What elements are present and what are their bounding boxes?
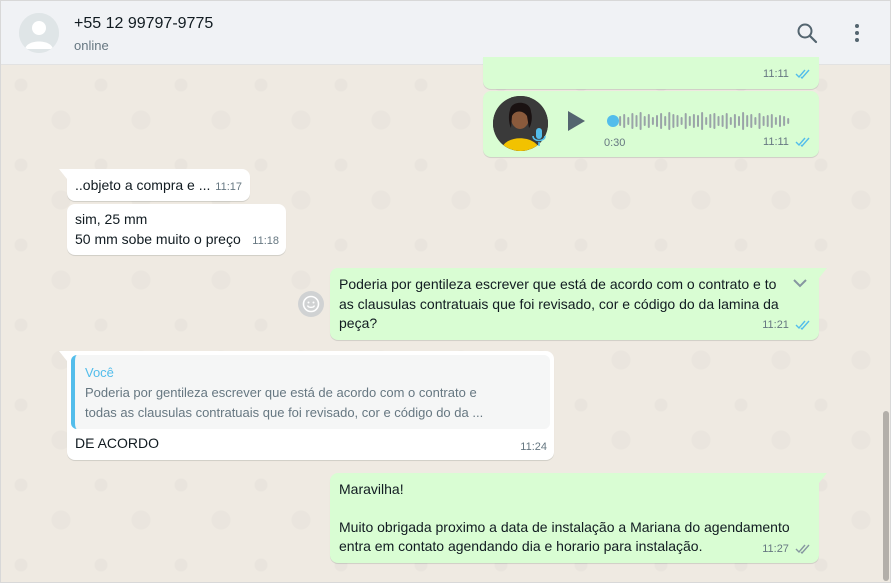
waveform-bar bbox=[623, 114, 626, 128]
waveform-bar bbox=[783, 116, 786, 126]
bubble-tail bbox=[819, 268, 827, 278]
message-text-line: 50 mm sobe muito o preço bbox=[75, 231, 241, 247]
waveform-bar bbox=[746, 115, 749, 127]
waveform-bar bbox=[787, 118, 790, 124]
waveform-bar bbox=[639, 112, 642, 130]
whatsapp-chat-window: +55 12 99797-9775 online 11:11 0:30 11:1… bbox=[0, 0, 891, 583]
message-text: ..objeto a compra e ... bbox=[75, 177, 211, 193]
message-time: 11:17 bbox=[215, 180, 242, 193]
waveform-bar bbox=[725, 113, 728, 129]
contact-status: online bbox=[74, 38, 109, 53]
message-text-line: Muito obrigada proximo a data de instala… bbox=[339, 519, 790, 535]
more-vertical-icon[interactable] bbox=[845, 21, 869, 45]
waveform-bar bbox=[688, 116, 691, 126]
message-time: 11:18 bbox=[252, 234, 279, 247]
message-text: DE ACORDO bbox=[75, 435, 160, 451]
delivered-ticks-icon bbox=[795, 544, 810, 555]
quote-text-line: todas as clausulas contratuais que foi r… bbox=[85, 405, 484, 420]
waveform-bar bbox=[635, 115, 638, 127]
emoji-icon[interactable] bbox=[298, 291, 324, 317]
waveform-bar bbox=[692, 114, 695, 128]
contact-name[interactable]: +55 12 99797-9775 bbox=[74, 15, 213, 33]
waveform-bar bbox=[709, 114, 712, 128]
waveform-bar bbox=[762, 116, 765, 126]
read-ticks-icon bbox=[795, 320, 810, 331]
waveform-bar bbox=[717, 116, 720, 126]
message-text-line: Maravilha! bbox=[339, 481, 404, 497]
bubble-tail bbox=[59, 169, 67, 179]
waveform-bar bbox=[664, 116, 667, 126]
waveform-bar bbox=[631, 113, 634, 129]
message-incoming[interactable]: ..objeto a compra e ... 11:17 bbox=[59, 169, 250, 201]
waveform-bar bbox=[758, 113, 761, 129]
waveform-bar bbox=[770, 114, 773, 128]
waveform-bar bbox=[733, 114, 736, 128]
waveform-bar bbox=[684, 113, 687, 129]
quoted-message[interactable]: Você Poderia por gentileza escrever que … bbox=[71, 355, 550, 429]
waveform-bar bbox=[680, 117, 683, 125]
voice-message[interactable]: 0:30 11:11 bbox=[483, 91, 819, 157]
audio-playhead[interactable] bbox=[607, 115, 619, 127]
message-outgoing[interactable]: Poderia por gentileza escrever que está … bbox=[330, 268, 827, 340]
message-time: 11:11 bbox=[763, 67, 789, 80]
contact-avatar[interactable] bbox=[19, 13, 59, 53]
audio-waveform[interactable] bbox=[607, 109, 799, 133]
message-text-line: sim, 25 mm bbox=[75, 211, 148, 227]
waveform-bar bbox=[656, 115, 658, 127]
message-incoming[interactable]: sim, 25 mm 50 mm sobe muito o preço 11:1… bbox=[67, 204, 286, 255]
waveform-bar bbox=[721, 115, 724, 127]
scrollbar-thumb[interactable] bbox=[883, 411, 889, 581]
waveform-bar bbox=[619, 116, 622, 126]
audio-duration: 0:30 bbox=[604, 136, 626, 149]
search-icon[interactable] bbox=[795, 21, 819, 45]
bubble-tail bbox=[59, 351, 67, 361]
message-text-line: entra em contato agendando dia e horario… bbox=[339, 538, 703, 554]
default-avatar-icon bbox=[19, 13, 59, 53]
message-text-line: Poderia por gentileza escrever que está … bbox=[339, 276, 777, 292]
waveform-bar bbox=[627, 117, 630, 125]
read-ticks-icon bbox=[795, 137, 810, 148]
message-time: 11:27 bbox=[762, 542, 789, 555]
waveform-bar bbox=[750, 114, 753, 128]
waveform-bar bbox=[766, 115, 769, 127]
chat-header: +55 12 99797-9775 online bbox=[1, 1, 890, 65]
waveform-bar bbox=[779, 115, 781, 127]
waveform-bar bbox=[774, 117, 777, 125]
waveform-bar bbox=[672, 114, 675, 128]
quote-author: Você bbox=[85, 365, 114, 380]
waveform-bar bbox=[754, 117, 757, 125]
waveform-bar bbox=[713, 113, 716, 129]
message-text-line: peça? bbox=[339, 315, 378, 331]
waveform-bar bbox=[643, 116, 646, 126]
waveform-bar bbox=[660, 113, 663, 129]
message-outgoing[interactable]: 11:11 bbox=[483, 57, 819, 89]
waveform-bar bbox=[668, 112, 671, 130]
waveform-bar bbox=[676, 115, 679, 127]
waveform-bar bbox=[701, 112, 704, 130]
chevron-down-icon[interactable] bbox=[789, 273, 811, 293]
waveform-bar bbox=[697, 115, 699, 127]
message-text-line: as clausulas contratuais que foi revisad… bbox=[339, 296, 779, 312]
quote-text-line: Poderia por gentileza escrever que está … bbox=[85, 385, 477, 400]
message-outgoing[interactable]: Maravilha! Muito obrigada proximo a data… bbox=[330, 473, 827, 563]
read-ticks-icon bbox=[795, 69, 810, 80]
waveform-bar bbox=[647, 114, 650, 128]
waveform-bar bbox=[729, 117, 732, 125]
quote-text: Poderia por gentileza escrever que está … bbox=[85, 383, 538, 423]
waveform-bar bbox=[738, 116, 740, 126]
play-icon[interactable] bbox=[565, 109, 587, 133]
mic-icon bbox=[531, 127, 547, 147]
waveform-bar bbox=[651, 117, 654, 125]
message-time: 11:21 bbox=[762, 318, 789, 331]
message-time: 11:11 bbox=[763, 135, 789, 148]
bubble-tail bbox=[819, 473, 827, 483]
waveform-bar bbox=[705, 117, 708, 125]
message-time: 11:24 bbox=[520, 440, 547, 453]
waveform-bar bbox=[742, 112, 745, 130]
message-incoming-reply[interactable]: Você Poderia por gentileza escrever que … bbox=[59, 351, 554, 460]
